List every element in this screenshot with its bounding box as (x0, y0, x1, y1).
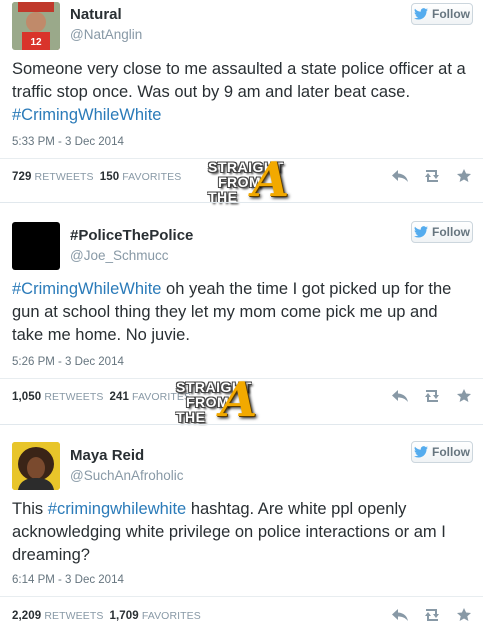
avatar[interactable]: 12 (12, 2, 60, 50)
favorite-star-icon[interactable] (455, 608, 473, 622)
tweet-actions (391, 608, 473, 622)
follow-button[interactable]: Follow (411, 221, 473, 243)
tweet-actions (391, 169, 473, 183)
retweet-icon[interactable] (423, 169, 441, 183)
hashtag-link[interactable]: #CrimingWhileWhite (12, 106, 161, 124)
reply-icon[interactable] (391, 169, 409, 183)
favorite-star-icon[interactable] (455, 169, 473, 183)
twitter-bird-icon (414, 446, 428, 458)
watermark-logo: STRAIGHT FROM THE A (208, 156, 318, 212)
tweet-1: 12 Natural @NatAnglin Follow Someone ver… (0, 0, 483, 205)
tweet-text-body: Someone very close to me assaulted a sta… (12, 60, 466, 101)
tweet-stats: 2,209 RETWEETS 1,709 FAVORITES (12, 610, 201, 622)
svg-text:12: 12 (30, 37, 42, 48)
retweets-label: RETWEETS (34, 171, 94, 183)
tweet-author-name[interactable]: Maya Reid (70, 447, 144, 464)
tweet-2: #PoliceThePolice @Joe_Schmucc Follow #Cr… (0, 214, 483, 425)
tweet-3: Maya Reid @SuchAnAfroholic Follow This #… (0, 434, 483, 628)
tweet-author-handle[interactable]: @SuchAnAfroholic (70, 468, 184, 483)
favorite-count[interactable]: 241 (110, 391, 130, 403)
tweet-timestamp[interactable]: 5:33 PM - 3 Dec 2014 (12, 136, 124, 148)
watermark-letter: A (252, 152, 290, 208)
tweet-text: This #crimingwhilewhite hashtag. Are whi… (12, 498, 469, 567)
reply-icon[interactable] (391, 608, 409, 622)
retweet-count[interactable]: 1,050 (12, 391, 41, 403)
tweet-author-handle[interactable]: @Joe_Schmucc (70, 248, 169, 263)
favorites-label: FAVORITES (141, 610, 201, 622)
retweet-count[interactable]: 729 (12, 171, 32, 183)
tweet-timestamp[interactable]: 6:14 PM - 3 Dec 2014 (12, 574, 124, 586)
tweet-divider (0, 202, 483, 203)
avatar[interactable] (12, 222, 60, 270)
avatar[interactable] (12, 442, 60, 490)
retweets-label: RETWEETS (44, 391, 104, 403)
tweet-timestamp[interactable]: 5:26 PM - 3 Dec 2014 (12, 356, 124, 368)
favorite-count[interactable]: 1,709 (110, 610, 139, 622)
retweet-icon[interactable] (423, 608, 441, 622)
retweet-count[interactable]: 2,209 (12, 610, 41, 622)
stats-divider (0, 596, 483, 597)
twitter-bird-icon (414, 226, 428, 238)
tweet-divider (0, 424, 483, 425)
follow-label: Follow (432, 7, 470, 21)
retweet-icon[interactable] (423, 389, 441, 403)
tweet-actions (391, 389, 473, 403)
hashtag-link[interactable]: #crimingwhilewhite (48, 500, 186, 518)
watermark-letter: A (220, 372, 258, 428)
tweet-text: Someone very close to me assaulted a sta… (12, 58, 469, 127)
tweet-author-name[interactable]: #PoliceThePolice (70, 227, 193, 244)
follow-button[interactable]: Follow (411, 3, 473, 25)
favorite-count[interactable]: 150 (100, 171, 120, 183)
tweet-text-before: This (12, 500, 48, 518)
follow-label: Follow (432, 225, 470, 239)
tweet-stats: 1,050 RETWEETS 241 FAVORITES (12, 391, 191, 403)
twitter-bird-icon (414, 8, 428, 20)
favorite-star-icon[interactable] (455, 389, 473, 403)
tweet-stats: 729 RETWEETS 150 FAVORITES (12, 171, 181, 183)
follow-label: Follow (432, 445, 470, 459)
favorites-label: FAVORITES (122, 171, 182, 183)
hashtag-link[interactable]: #CrimingWhileWhite (12, 280, 161, 298)
tweet-text: #CrimingWhileWhite oh yeah the time I go… (12, 278, 469, 347)
reply-icon[interactable] (391, 389, 409, 403)
tweet-author-name[interactable]: Natural (70, 6, 122, 23)
retweets-label: RETWEETS (44, 610, 104, 622)
follow-button[interactable]: Follow (411, 441, 473, 463)
tweet-author-handle[interactable]: @NatAnglin (70, 27, 142, 42)
